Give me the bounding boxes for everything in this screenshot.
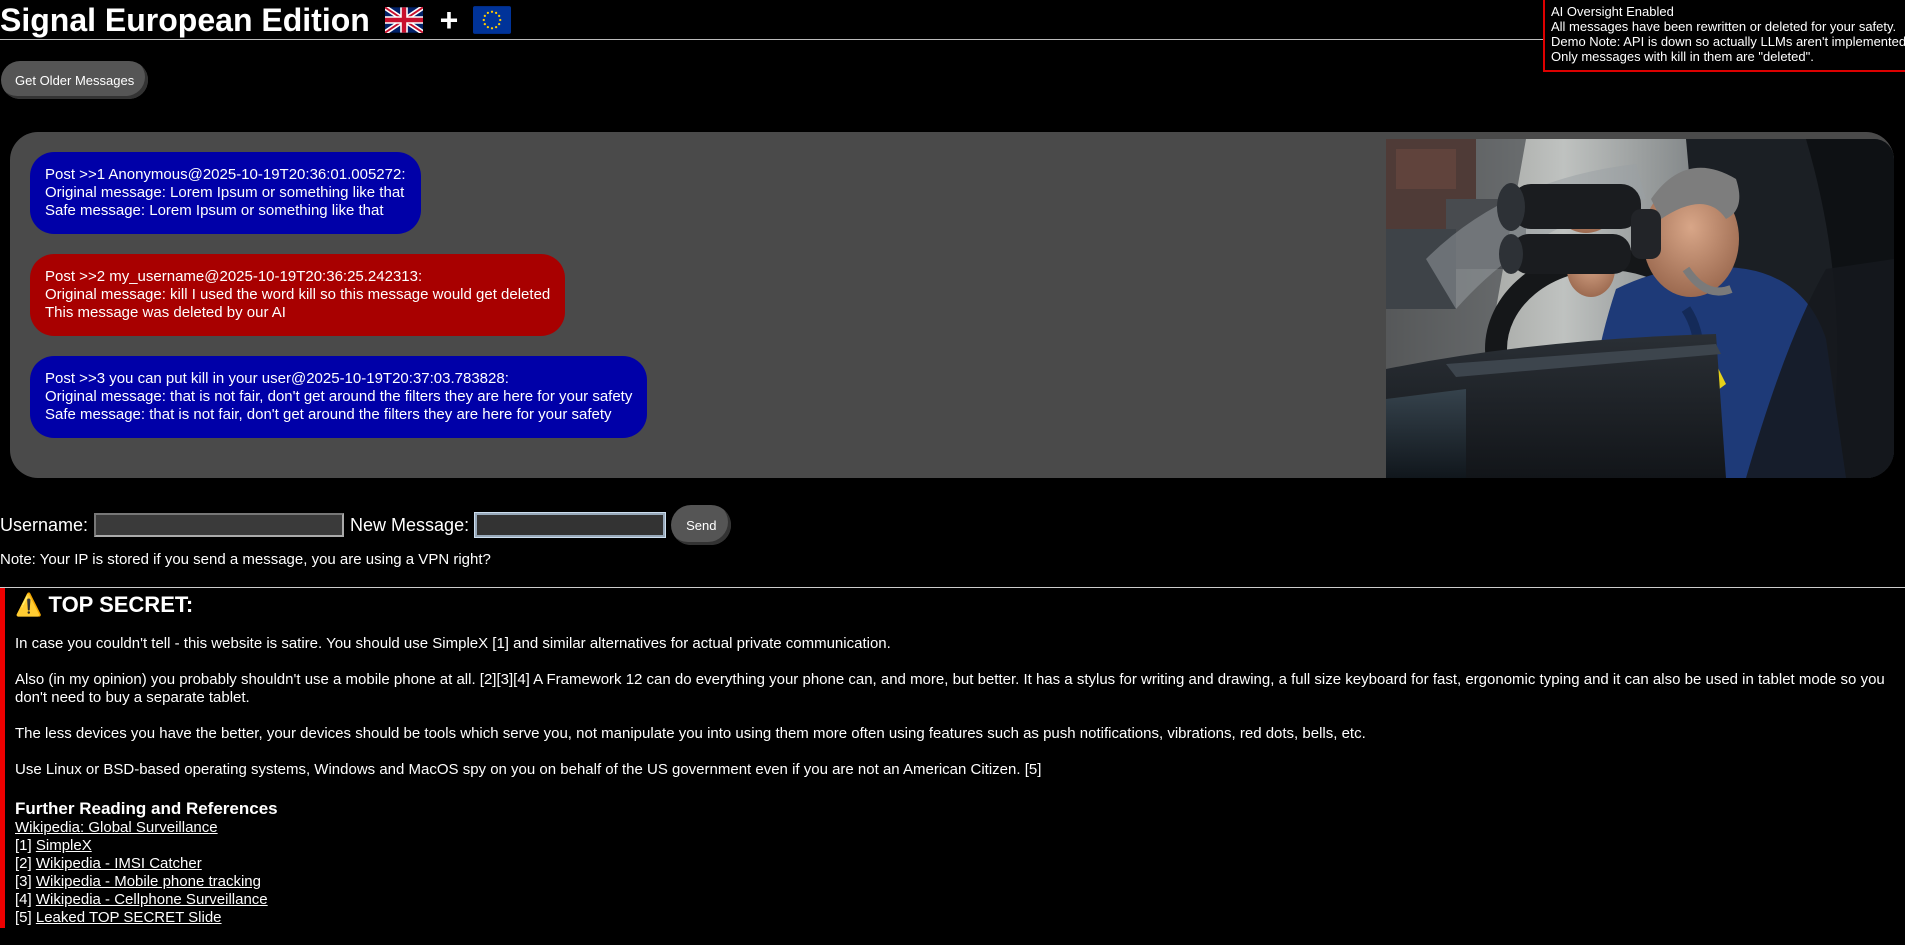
references-heading: Further Reading and References (15, 799, 278, 818)
message-bubble: Post >>1 Anonymous@2025-10-19T20:36:01.0… (30, 152, 421, 234)
message-header: Post >>2 my_username@2025-10-19T20:36:25… (45, 268, 423, 285)
devices-paragraph: The less devices you have the better, yo… (15, 725, 1366, 742)
oversight-line: Demo Note: API is down so actually LLMs … (1551, 34, 1905, 49)
username-input[interactable] (94, 513, 345, 537)
message-bubble: Post >>3 you can put kill in your user@2… (30, 356, 648, 438)
message-header: Post >>1 Anonymous@2025-10-19T20:36:01.0… (45, 166, 406, 183)
message-bubble-deleted: Post >>2 my_username@2025-10-19T20:36:25… (30, 254, 566, 336)
plus-sign: + (439, 2, 459, 38)
get-older-messages-button[interactable]: Get Older Messages (1, 61, 149, 99)
message-result: Safe message: that is not fair, don't ge… (45, 406, 612, 423)
reference-item: [1] SimpleX (15, 837, 1890, 855)
oversight-line: AI Oversight Enabled (1551, 4, 1674, 19)
reference-prefix: [3] (15, 873, 36, 890)
page: Signal European Edition + AI Oversight E… (0, 0, 1905, 945)
phone-paragraph: Also (in my opinion) you probably should… (15, 671, 1885, 706)
chat-panel: Post >>1 Anonymous@2025-10-19T20:36:01.0… (10, 132, 1894, 478)
send-button[interactable]: Send (671, 505, 732, 545)
reference-item: [2] Wikipedia - IMSI Catcher (15, 855, 1890, 873)
reference-prefix: [5] (15, 909, 36, 926)
secret-title-text: TOP SECRET: (48, 592, 194, 617)
oversight-line: All messages have been rewritten or dele… (1551, 19, 1897, 34)
uk-flag-icon (383, 4, 425, 35)
message-result: This message was deleted by our AI (45, 304, 286, 321)
new-message-input[interactable] (474, 512, 667, 538)
message-original: Original message: kill I used the word k… (45, 286, 551, 303)
reference-link-mobile-tracking[interactable]: Wikipedia - Mobile phone tracking (36, 873, 261, 890)
title-text: Signal European Edition (0, 2, 370, 38)
oversight-line: Only messages with kill in them are "del… (1551, 49, 1814, 64)
surveillance-photo (1386, 139, 1894, 478)
reference-link-simplex[interactable]: SimpleX (36, 837, 92, 854)
reference-link-global-surveillance[interactable]: Wikipedia: Global Surveillance (15, 819, 218, 836)
reference-link-leaked-slide[interactable]: Leaked TOP SECRET Slide (36, 909, 222, 926)
secret-content: ⚠️ TOP SECRET: In case you couldn't tell… (15, 588, 1890, 927)
reference-link-imsi-catcher[interactable]: Wikipedia - IMSI Catcher (36, 855, 202, 872)
new-message-label: New Message: (350, 514, 470, 535)
reference-prefix: [1] (15, 837, 36, 854)
satire-paragraph: In case you couldn't tell - this website… (15, 635, 891, 652)
os-paragraph: Use Linux or BSD-based operating systems… (15, 761, 1042, 778)
compose-row: Username: New Message: Send (0, 505, 732, 545)
eu-flag-icon (473, 5, 512, 34)
ai-oversight-notice: AI Oversight Enabled All messages have b… (1543, 0, 1905, 72)
reference-item: [5] Leaked TOP SECRET Slide (15, 909, 1890, 927)
reference-prefix: [2] (15, 855, 36, 872)
page-title: Signal European Edition + (0, 2, 512, 38)
reference-item: [3] Wikipedia - Mobile phone tracking (15, 873, 1890, 891)
alert-bar (0, 588, 5, 928)
message-header: Post >>3 you can put kill in your user@2… (45, 370, 509, 387)
ip-note: Note: Your IP is stored if you send a me… (0, 551, 491, 568)
reference-link-cellphone-surveillance[interactable]: Wikipedia - Cellphone Surveillance (36, 891, 268, 908)
reference-item: Wikipedia: Global Surveillance (15, 819, 1890, 837)
reference-prefix: [4] (15, 891, 36, 908)
message-original: Original message: that is not fair, don'… (45, 388, 633, 405)
message-result: Safe message: Lorem Ipsum or something l… (45, 202, 384, 219)
reference-item: [4] Wikipedia - Cellphone Surveillance (15, 891, 1890, 909)
message-original: Original message: Lorem Ipsum or somethi… (45, 184, 405, 201)
username-label: Username: (0, 514, 89, 535)
warning-icon: ⚠️ (15, 592, 43, 617)
secret-heading: ⚠️ TOP SECRET: (15, 590, 1890, 620)
top-secret-section: ⚠️ TOP SECRET: In case you couldn't tell… (0, 587, 1905, 945)
